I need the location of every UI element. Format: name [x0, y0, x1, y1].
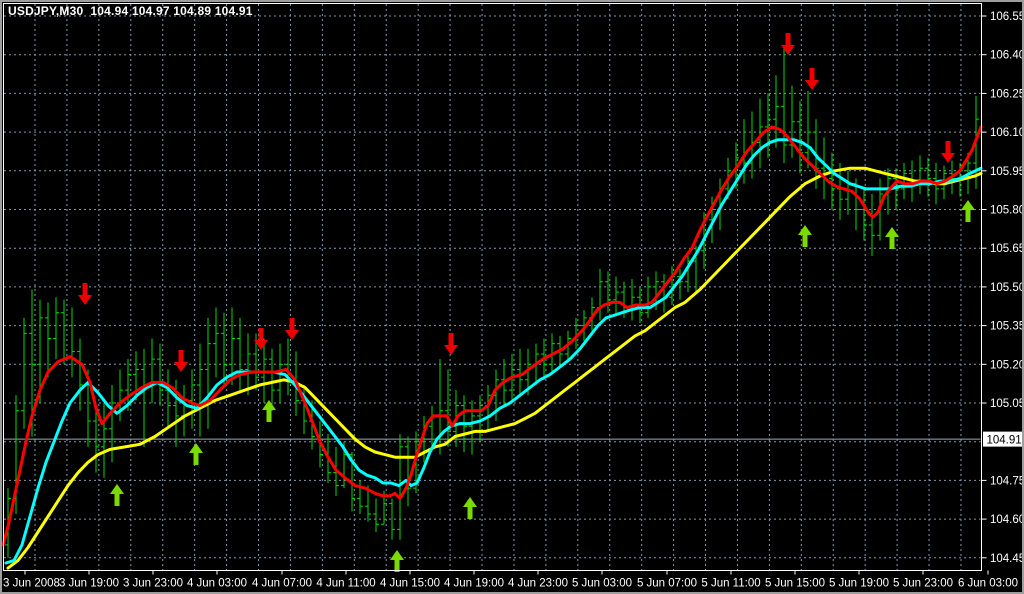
price-tick-label: 105.50 [990, 282, 1022, 294]
price-tick-label: 104.75 [990, 475, 1022, 487]
buy-arrow-icon [798, 225, 812, 247]
chart-title: USDJPY,M30 104.94 104.97 104.89 104.91 [8, 4, 253, 18]
signal-arrows [78, 33, 975, 572]
sell-arrow-icon [174, 350, 188, 372]
time-tick-label: 5 Jun 07:00 [637, 578, 697, 590]
bid-price-label: 104.91 [987, 435, 1022, 447]
grid-lines [4, 4, 981, 570]
time-tick-label: 4 Jun 15:00 [380, 578, 440, 590]
price-tick-label: 106.55 [990, 11, 1022, 23]
time-tick-label: 5 Jun 15:00 [765, 578, 825, 590]
price-tick-label: 105.80 [990, 205, 1022, 217]
time-tick-label: 5 Jun 23:00 [893, 578, 953, 590]
sell-arrow-icon [805, 68, 819, 90]
time-scale[interactable]: 3 Jun 20083 Jun 19:00 3 Jun 23:00 4 Jun 03… [3, 571, 1018, 590]
sell-arrow-icon [444, 333, 458, 355]
bid-price-tag: 104.91 [983, 432, 1022, 447]
chart-window: USDJPY,M30 104.94 104.97 104.89 104.91 1… [0, 0, 1024, 594]
buy-arrow-icon [110, 484, 124, 506]
time-tick-label: 4 Jun 07:00 [252, 578, 312, 590]
time-tick-label: 4 Jun 03:00 [187, 578, 247, 590]
time-tick-label: 3 Jun 23:00 [123, 578, 183, 590]
price-tick-label: 105.65 [990, 243, 1022, 255]
price-tick-label: 106.10 [990, 127, 1022, 139]
sell-arrow-icon [285, 318, 299, 340]
price-tick-label: 105.35 [990, 321, 1022, 333]
buy-arrow-icon [961, 200, 975, 222]
price-tick-label: 104.60 [990, 514, 1022, 526]
ma-line-ma_slow_yellow [8, 168, 981, 568]
time-tick-label: 5 Jun 03:00 [572, 578, 632, 590]
sell-arrow-icon [781, 33, 795, 55]
price-tick-label: 106.40 [990, 50, 1022, 62]
price-tick-label: 105.95 [990, 166, 1022, 178]
time-tick-label: 5 Jun 11:00 [701, 578, 760, 590]
ohlc-bars [5, 47, 979, 558]
buy-arrow-icon [463, 497, 477, 519]
time-tick-label: 6 Jun 03:00 [958, 578, 1018, 590]
time-tick-label: 4 Jun 23:00 [508, 578, 568, 590]
price-chart[interactable]: 106.55 106.40 106.25 106.10 105.95 105.80 105.… [2, 2, 1022, 592]
price-tick-label: 106.25 [990, 88, 1022, 100]
time-tick-label: 4 Jun 19:00 [444, 578, 504, 590]
price-tick-label: 105.05 [990, 398, 1022, 410]
buy-arrow-icon [189, 443, 203, 465]
time-tick-label: 4 Jun 11:00 [316, 578, 375, 590]
price-tick-label: 105.20 [990, 359, 1022, 371]
time-tick-label: 5 Jun 19:00 [829, 578, 889, 590]
time-tick-label: 3 Jun 19:00 [59, 578, 119, 590]
ma-line-ma_fast_red [3, 127, 981, 545]
price-tick-label: 104.45 [990, 553, 1022, 565]
buy-arrow-icon [390, 550, 404, 572]
price-scale[interactable]: 106.55 106.40 106.25 106.10 105.95 105.80 105.… [982, 11, 1023, 565]
time-tick-label: 3 Jun 2008 [3, 578, 60, 590]
sell-arrow-icon [941, 141, 955, 163]
sell-arrow-icon [78, 283, 92, 305]
